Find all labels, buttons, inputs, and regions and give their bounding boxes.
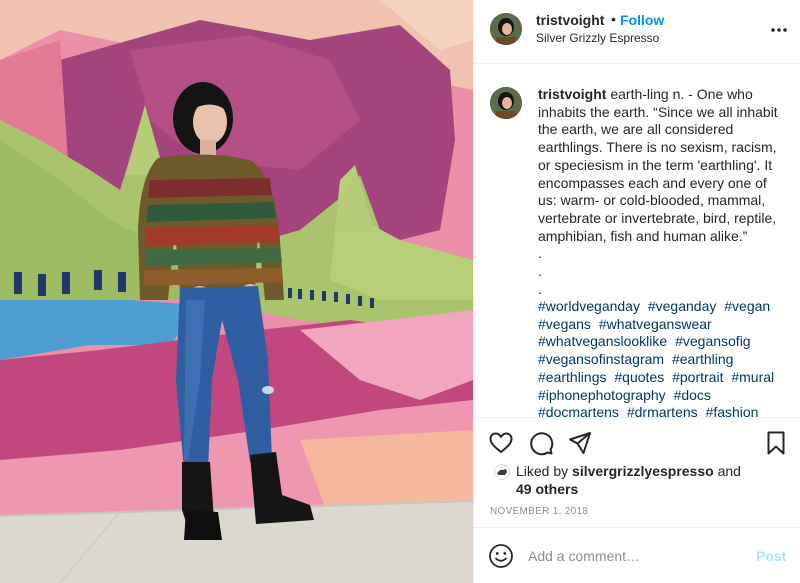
post-side-panel: tristvoight • Follow Silver Grizzly Espr… bbox=[473, 0, 800, 583]
post-date[interactable]: NOVEMBER 1, 2018 bbox=[490, 506, 588, 517]
hashtag-link[interactable]: #worldveganday bbox=[538, 298, 640, 314]
hashtag-link[interactable]: #whatveganswear bbox=[599, 316, 712, 332]
caption-author-avatar[interactable] bbox=[490, 87, 522, 119]
location-link[interactable]: Silver Grizzly Espresso bbox=[536, 31, 659, 45]
hashtag-link[interactable]: #fashion bbox=[706, 404, 759, 417]
caption-body: earth-ling n. - One who inhabits the ear… bbox=[538, 86, 778, 297]
liked-by-prefix: Liked by bbox=[516, 463, 573, 479]
hashtag-link[interactable]: #vegansofinstagram bbox=[538, 351, 664, 367]
avatar-image bbox=[490, 87, 522, 119]
liker-avatar[interactable] bbox=[494, 464, 510, 480]
liked-by-and: and bbox=[713, 463, 741, 479]
hashtag-link[interactable]: #veganday bbox=[648, 298, 717, 314]
hashtag-link[interactable]: #mural bbox=[731, 369, 774, 385]
post-actions: Liked by silvergrizzlyespresso and 49 ot… bbox=[474, 417, 800, 534]
others-likes-link[interactable]: 49 others bbox=[516, 481, 578, 497]
paper-plane-icon[interactable] bbox=[567, 430, 593, 456]
avatar-image bbox=[490, 13, 522, 45]
hashtag-link[interactable]: #vegansofig bbox=[675, 333, 751, 349]
bear-logo-icon bbox=[494, 464, 510, 480]
hashtag-link[interactable]: #earthlings bbox=[538, 369, 607, 385]
caption-username-link[interactable]: tristvoight bbox=[538, 86, 606, 102]
comment-input[interactable] bbox=[528, 543, 748, 569]
instagram-post: tristvoight • Follow Silver Grizzly Espr… bbox=[0, 0, 800, 583]
liker-username-link[interactable]: silvergrizzlyespresso bbox=[572, 463, 714, 479]
caption-scroll-area[interactable]: tristvoight earth-ling n. - One who inha… bbox=[474, 64, 800, 417]
hashtag-link[interactable]: #whatveganslooklike bbox=[538, 333, 667, 349]
caption-text: tristvoight earth-ling n. - One who inha… bbox=[538, 86, 788, 298]
hashtag-link[interactable]: #vegan bbox=[724, 298, 770, 314]
hashtag-list: #worldveganday #veganday #vegan #vegans … bbox=[538, 298, 788, 417]
post-header: tristvoight • Follow Silver Grizzly Espr… bbox=[474, 0, 800, 64]
separator-dot: • bbox=[611, 11, 616, 27]
hashtag-link[interactable]: #docs bbox=[674, 387, 711, 403]
post-comment-button[interactable]: Post bbox=[756, 548, 786, 564]
bookmark-icon[interactable] bbox=[763, 430, 789, 456]
heart-icon[interactable] bbox=[488, 430, 514, 456]
hashtag-link[interactable]: #portrait bbox=[672, 369, 723, 385]
hashtag-link[interactable]: #vegans bbox=[538, 316, 591, 332]
hashtag-link[interactable]: #iphonephotography bbox=[538, 387, 666, 403]
more-horizontal-icon[interactable] bbox=[769, 20, 789, 40]
author-username-link[interactable]: tristvoight bbox=[536, 12, 604, 28]
hashtag-link[interactable]: #docmartens bbox=[538, 404, 619, 417]
follow-button[interactable]: Follow bbox=[620, 12, 664, 28]
liked-by-text: Liked by silvergrizzlyespresso and bbox=[516, 463, 741, 479]
smiley-icon[interactable] bbox=[488, 543, 514, 569]
comment-icon[interactable] bbox=[528, 430, 554, 456]
author-avatar[interactable] bbox=[490, 13, 522, 45]
hashtag-link[interactable]: #drmartens bbox=[627, 404, 698, 417]
post-photo[interactable] bbox=[0, 0, 473, 583]
hashtag-link[interactable]: #earthling bbox=[672, 351, 734, 367]
mural-portrait-image bbox=[0, 0, 473, 583]
hashtag-link[interactable]: #quotes bbox=[614, 369, 664, 385]
add-comment-bar: Post bbox=[474, 527, 800, 583]
